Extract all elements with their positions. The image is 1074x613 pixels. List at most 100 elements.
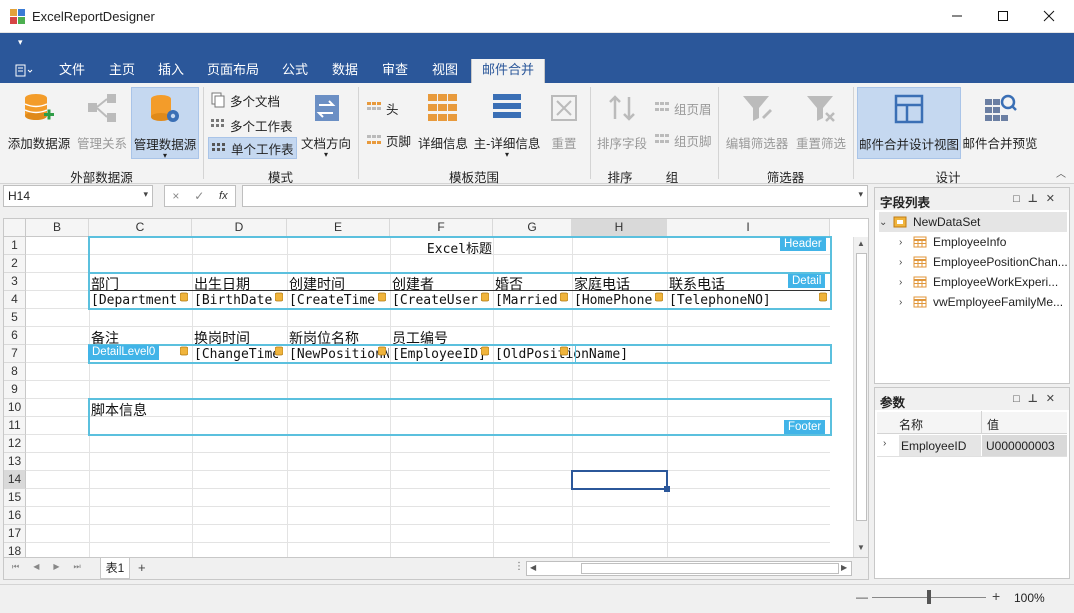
group-header-button[interactable]: 组页眉 — [654, 97, 712, 119]
row-header[interactable]: 17 — [4, 525, 26, 543]
scroll-thumb[interactable] — [856, 253, 867, 521]
detail-info-button[interactable]: 详细信息 — [416, 87, 470, 159]
row-header[interactable]: 9 — [4, 381, 26, 399]
tab-data[interactable]: 数据 — [323, 59, 367, 83]
column-header[interactable]: G — [493, 219, 572, 237]
qat-dropdown-icon[interactable]: ▾ — [18, 37, 23, 48]
tree-root-newdataset[interactable]: ⌄ NewDataSet — [879, 212, 1067, 232]
edit-filter-button[interactable]: 编辑筛选器 — [724, 87, 790, 159]
header-range[interactable] — [88, 236, 832, 274]
zoom-out-button[interactable]: — — [856, 590, 868, 604]
add-sheet-button[interactable]: + — [138, 560, 146, 575]
selected-cell[interactable] — [571, 470, 668, 490]
tab-page-layout[interactable]: 页面布局 — [200, 59, 266, 83]
row-header[interactable]: 4 — [4, 291, 26, 309]
function-icon[interactable]: fx — [219, 190, 228, 202]
tab-home[interactable]: 主页 — [100, 59, 144, 83]
fill-handle[interactable] — [664, 486, 670, 492]
column-header[interactable]: E — [287, 219, 390, 237]
sheet-tab[interactable]: 表1 — [100, 558, 130, 579]
add-datasource-button[interactable]: 添加数据源 — [6, 87, 72, 159]
chevron-down-icon[interactable]: ⌄ — [879, 217, 893, 228]
row-header[interactable]: 12 — [4, 435, 26, 453]
tree-item-employeeinfo[interactable]: › EmployeeInfo — [899, 232, 1006, 252]
select-all-corner[interactable] — [4, 219, 26, 237]
row-header[interactable]: 14 — [4, 471, 26, 489]
panel-controls[interactable]: □⊥✕ — [1013, 192, 1063, 205]
name-box[interactable]: H14 ▾ — [3, 185, 153, 207]
scroll-left-icon[interactable]: ◀ — [530, 563, 536, 572]
column-header[interactable]: H — [572, 219, 667, 237]
cancel-icon[interactable]: × — [172, 189, 179, 203]
chevron-down-icon[interactable]: ▾ — [858, 189, 863, 200]
chevron-right-icon[interactable]: › — [899, 257, 913, 268]
panel-controls[interactable]: □⊥✕ — [1013, 392, 1063, 405]
tab-insert[interactable]: 插入 — [149, 59, 193, 83]
tab-view[interactable]: 视图 — [423, 59, 467, 83]
chevron-right-icon[interactable]: › — [899, 237, 913, 248]
tab-formulas[interactable]: 公式 — [273, 59, 317, 83]
footer-range-button[interactable]: 页脚 — [366, 129, 411, 151]
h-scroll-thumb[interactable] — [581, 563, 839, 574]
sheet-nav-icons[interactable]: ⏮◀▶⏭ — [12, 562, 95, 572]
row-header[interactable]: 11 — [4, 417, 26, 435]
row-header[interactable]: 10 — [4, 399, 26, 417]
minimize-button[interactable] — [934, 0, 980, 32]
tree-item-employeeworkexperience[interactable]: › EmployeeWorkExperi... — [899, 272, 1058, 292]
row-header[interactable]: 8 — [4, 363, 26, 381]
footer-range[interactable] — [88, 398, 832, 436]
chevron-right-icon[interactable]: › — [899, 297, 913, 308]
formula-input[interactable]: ▾ — [242, 185, 868, 207]
row-header[interactable]: 16 — [4, 507, 26, 525]
master-detail-button[interactable]: 主-详细信息 ▾ — [472, 87, 542, 159]
detail-range[interactable] — [88, 272, 832, 310]
close-button[interactable] — [1026, 0, 1072, 32]
row-header[interactable]: 7 — [4, 345, 26, 363]
row-header[interactable]: 2 — [4, 255, 26, 273]
mail-merge-design-button[interactable]: 邮件合并设计视图 — [857, 87, 961, 159]
row-header[interactable]: 15 — [4, 489, 26, 507]
row-header[interactable]: 18 — [4, 543, 26, 557]
chevron-right-icon[interactable]: › — [883, 438, 886, 449]
column-header[interactable]: C — [89, 219, 192, 237]
tab-file[interactable]: 文件 — [50, 59, 94, 83]
row-header[interactable]: 6 — [4, 327, 26, 345]
scroll-right-icon[interactable]: ▶ — [841, 563, 847, 572]
multi-sheet-button[interactable]: 多个工作表 — [210, 114, 293, 136]
mail-merge-preview-button[interactable]: 邮件合并预览 — [962, 87, 1038, 159]
single-sheet-button[interactable]: 单个工作表 — [208, 137, 297, 159]
column-header[interactable]: F — [390, 219, 493, 237]
params-row[interactable]: › EmployeeID U000000003 — [877, 435, 1067, 457]
manage-relations-button[interactable]: 管理关系 — [74, 87, 130, 159]
vertical-scrollbar[interactable]: ▲ ▼ — [853, 237, 868, 557]
confirm-icon[interactable]: ✓ — [194, 189, 204, 203]
group-footer-button[interactable]: 组页脚 — [654, 129, 712, 151]
zoom-in-button[interactable]: + — [992, 588, 1000, 604]
column-header[interactable]: D — [192, 219, 287, 237]
param-value[interactable]: U000000003 — [982, 435, 1067, 456]
row-header[interactable]: 13 — [4, 453, 26, 471]
tab-review[interactable]: 审查 — [373, 59, 417, 83]
sort-field-button[interactable]: 排序字段 — [596, 87, 648, 159]
tab-mail-merge[interactable]: 邮件合并 — [471, 59, 545, 83]
app-menu-button[interactable] — [10, 59, 38, 83]
column-header[interactable]: B — [26, 219, 89, 237]
horizontal-scrollbar[interactable]: ◀ ▶ — [526, 561, 852, 576]
column-header[interactable]: I — [667, 219, 830, 237]
spreadsheet-grid[interactable]: B C D E F G H I 1 2 3 4 5 6 7 8 9 10 11 … — [3, 218, 869, 558]
multi-doc-button[interactable]: 多个文档 — [210, 89, 280, 111]
manage-datasource-button[interactable]: 管理数据源 ▾ — [131, 87, 199, 160]
scroll-down-icon[interactable]: ▼ — [857, 543, 865, 552]
doc-direction-button[interactable]: 文档方向 ▾ — [298, 87, 354, 159]
tree-item-vwemployeefamily[interactable]: › vwEmployeeFamilyMe... — [899, 292, 1063, 312]
zoom-slider-thumb[interactable] — [927, 590, 931, 604]
row-header[interactable]: 1 — [4, 237, 26, 255]
row-header[interactable]: 5 — [4, 309, 26, 327]
tree-item-employeepositionchange[interactable]: › EmployeePositionChan... — [899, 252, 1068, 272]
row-header[interactable]: 3 — [4, 273, 26, 291]
reset-filter-button[interactable]: 重置筛选 — [792, 87, 850, 159]
reset-range-button[interactable]: 重置 — [544, 87, 584, 159]
maximize-button[interactable] — [980, 0, 1026, 32]
header-range-button[interactable]: 头 — [366, 97, 399, 119]
splitter-icon[interactable]: ⋮ — [514, 561, 524, 572]
